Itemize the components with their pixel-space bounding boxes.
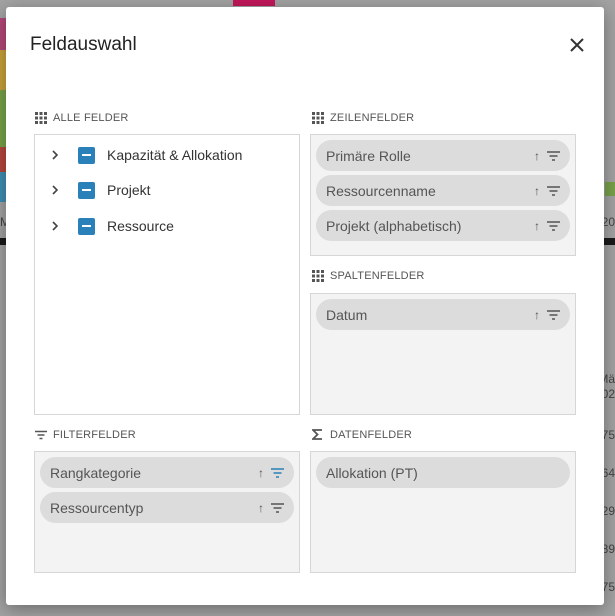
tree-item-checkbox[interactable] bbox=[78, 181, 95, 199]
filter-field-chip[interactable]: Rangkategorie ↑ bbox=[40, 457, 294, 488]
sort-ascending-icon[interactable]: ↑ bbox=[534, 185, 545, 197]
close-icon bbox=[570, 38, 584, 52]
tree-item[interactable]: Kapazität & Allokation bbox=[35, 143, 299, 167]
row-fields-label-text: ZEILENFELDER bbox=[330, 111, 415, 124]
grid-icon bbox=[34, 111, 47, 124]
column-fields-dropzone[interactable]: Datum ↑ bbox=[310, 293, 576, 415]
chip-label: Ressourcenname bbox=[326, 182, 436, 199]
chevron-right-icon[interactable] bbox=[49, 149, 61, 161]
grid-icon bbox=[311, 111, 324, 124]
sort-ascending-icon[interactable]: ↑ bbox=[258, 467, 269, 479]
sigma-icon bbox=[311, 428, 324, 441]
filter-fields-label-text: FILTERFELDER bbox=[53, 428, 136, 441]
chip-label: Datum bbox=[326, 306, 368, 323]
chip-label: Projekt (alphabetisch) bbox=[326, 217, 462, 234]
tree-item[interactable]: Ressource bbox=[35, 214, 299, 238]
filter-icon[interactable] bbox=[271, 502, 284, 514]
tree-item-checkbox[interactable] bbox=[78, 217, 95, 235]
filter-icon[interactable] bbox=[547, 220, 560, 232]
filter-icon[interactable] bbox=[547, 309, 560, 321]
filter-fields-label: FILTERFELDER bbox=[34, 428, 136, 441]
chip-label: Rangkategorie bbox=[50, 464, 142, 481]
row-fields-dropzone[interactable]: Primäre Rolle ↑ Ressourcenname ↑ Projekt… bbox=[310, 134, 576, 256]
tree-item-label: Projekt bbox=[107, 182, 151, 198]
filter-icon bbox=[34, 428, 47, 441]
sort-ascending-icon[interactable]: ↑ bbox=[534, 220, 545, 232]
column-fields-label: SPALTENFELDER bbox=[311, 269, 425, 282]
tree-item[interactable]: Projekt bbox=[35, 178, 299, 202]
filter-fields-dropzone[interactable]: Rangkategorie ↑ Ressourcentyp ↑ bbox=[34, 451, 300, 573]
all-fields-label-text: ALLE FELDER bbox=[53, 111, 129, 124]
all-fields-label: ALLE FELDER bbox=[34, 111, 129, 124]
column-field-chip[interactable]: Datum ↑ bbox=[316, 299, 570, 330]
filter-field-chip[interactable]: Ressourcentyp ↑ bbox=[40, 492, 294, 523]
filter-icon[interactable] bbox=[271, 467, 284, 479]
tree-item-checkbox[interactable] bbox=[78, 146, 95, 164]
filter-icon[interactable] bbox=[547, 150, 560, 162]
row-fields-label: ZEILENFELDER bbox=[311, 111, 414, 124]
row-field-chip[interactable]: Projekt (alphabetisch) ↑ bbox=[316, 210, 570, 241]
dialog-title: Feldauswahl bbox=[30, 34, 137, 55]
chevron-right-icon[interactable] bbox=[49, 220, 61, 232]
filter-icon[interactable] bbox=[547, 185, 560, 197]
data-fields-label: DATENFELDER bbox=[311, 428, 412, 441]
row-field-chip[interactable]: Ressourcenname ↑ bbox=[316, 175, 570, 206]
chip-label: Allokation (PT) bbox=[326, 464, 418, 481]
data-fields-dropzone[interactable]: Allokation (PT) bbox=[310, 451, 576, 573]
close-button[interactable] bbox=[566, 34, 588, 56]
chip-label: Ressourcentyp bbox=[50, 499, 144, 516]
field-selection-dialog: Feldauswahl ALLE FELDER Kapazität & Allo… bbox=[6, 7, 604, 605]
background-tab-indicator bbox=[233, 0, 275, 6]
background-color-strip bbox=[605, 182, 615, 196]
sort-ascending-icon[interactable]: ↑ bbox=[258, 502, 269, 514]
grid-icon bbox=[311, 269, 324, 282]
chevron-right-icon[interactable] bbox=[49, 184, 61, 196]
row-field-chip[interactable]: Primäre Rolle ↑ bbox=[316, 140, 570, 171]
all-fields-tree: Kapazität & Allokation Projekt Ressource bbox=[34, 134, 300, 415]
sort-ascending-icon[interactable]: ↑ bbox=[534, 309, 545, 321]
data-fields-label-text: DATENFELDER bbox=[330, 428, 413, 441]
sort-ascending-icon[interactable]: ↑ bbox=[534, 150, 545, 162]
column-fields-label-text: SPALTENFELDER bbox=[330, 269, 425, 282]
tree-item-label: Ressource bbox=[107, 218, 174, 234]
tree-item-label: Kapazität & Allokation bbox=[107, 147, 243, 163]
chip-label: Primäre Rolle bbox=[326, 147, 411, 164]
data-field-chip[interactable]: Allokation (PT) bbox=[316, 457, 570, 488]
